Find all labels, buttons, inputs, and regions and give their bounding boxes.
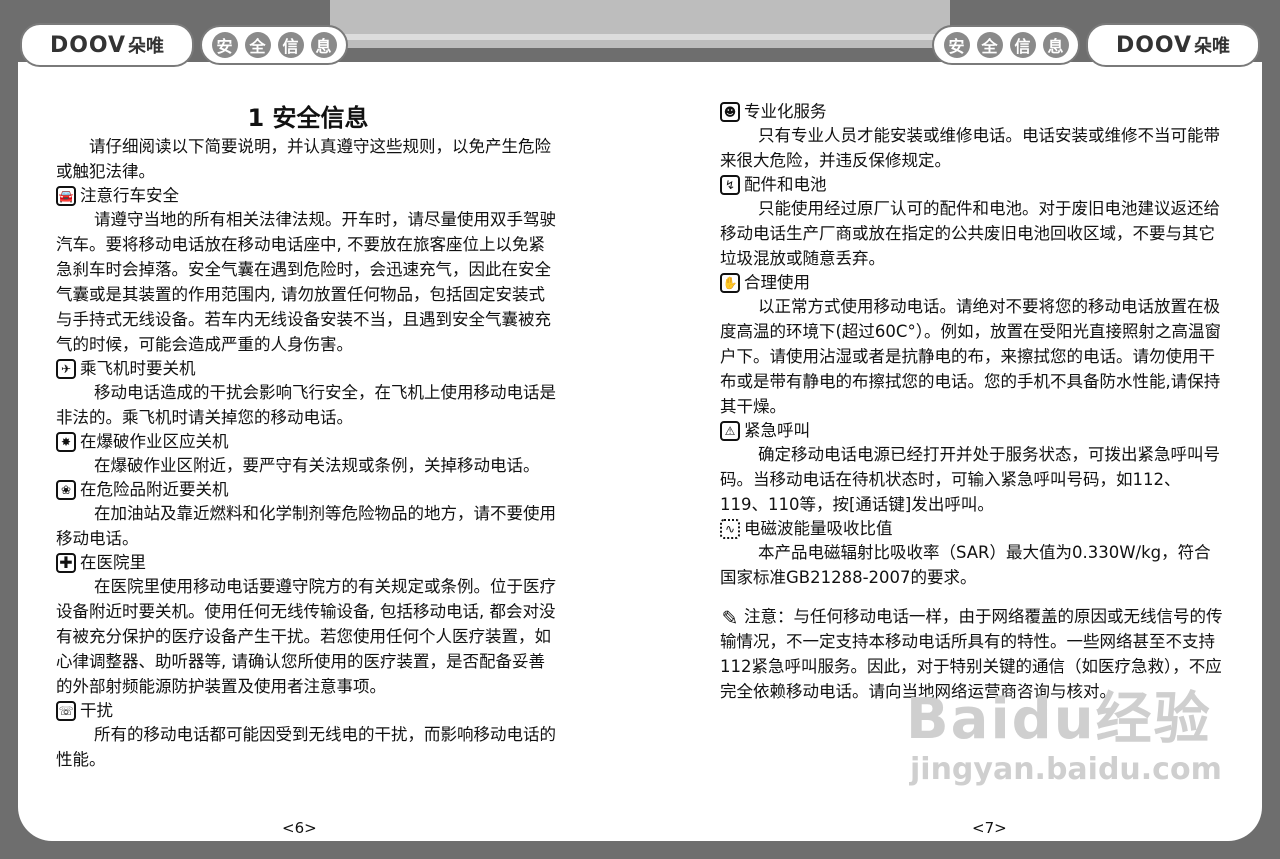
item-body: 以正常方式使用移动电话。请绝对不要将您的移动电话放置在极度高温的环境下(超过60… <box>720 297 1221 416</box>
safety-item: ✈ 乘飞机时要关机 移动电话造成的干扰会影响飞行安全，在飞机上使用移动电话是非法的… <box>56 357 560 430</box>
watermark-url: jingyan.baidu.com <box>910 752 1222 787</box>
safety-item: ✸ 在爆破作业区应关机 在爆破作业区附近，要严守有关法规或条例，关掉移动电话。 <box>56 430 560 478</box>
brand-sub: 朵唯 <box>1194 36 1231 57</box>
section-char: 息 <box>310 32 337 58</box>
technician-icon: ☻ <box>720 101 740 122</box>
item-body: 只能使用经过原厂认可的配件和电池。对于废旧电池建议返还给移动电话生产厂商或放在指… <box>720 199 1220 268</box>
safety-item: ✋ 合理使用 以正常方式使用移动电话。请绝对不要将您的移动电话放置在极度高温的环境… <box>720 271 1224 419</box>
page-header: DOOV 朵唯 安 全 信 息 <box>20 22 348 68</box>
doov-logo: DOOV 朵唯 <box>20 23 194 67</box>
section-char: 信 <box>1009 32 1036 58</box>
item-heading: 在爆破作业区应关机 <box>80 432 229 451</box>
hazard-icon: ❀ <box>56 479 76 500</box>
item-body: 本产品电磁辐射比吸收率（SAR）最大值为0.330W/kg，符合国家标准GB21… <box>720 543 1211 587</box>
item-body: 只有专业人员才能安装或维修电话。电话安装或维修不当可能带来很大危险，并违反保修规… <box>720 126 1220 170</box>
intro-paragraph: 请仔细阅读以下简要说明，并认真遵守这些规则，以免产生危险或触犯法律。 <box>56 137 551 181</box>
interference-icon: ☏ <box>56 700 76 721</box>
page-header: DOOV 朵唯 安 全 信 息 <box>932 22 1260 68</box>
baidu-watermark: Baidu经验 jingyan.baidu.com <box>906 690 1222 790</box>
header-midband <box>330 0 640 48</box>
item-body: 请遵守当地的所有相关法律法规。开车时，请尽量使用双手驾驶汽车。要将移动电话放在移… <box>56 210 556 354</box>
page-number: <6> <box>282 819 317 837</box>
item-body: 移动电话造成的干扰会影响飞行安全，在飞机上使用移动电话是非法的。乘飞机时请关掉您… <box>56 383 556 427</box>
section-char: 息 <box>1042 32 1069 58</box>
safety-item: ⚠ 紧急呼叫 确定移动电话电源已经打开并处于服务状态，可拨出紧急呼叫号码。当移动电… <box>720 419 1224 517</box>
blasting-icon: ✸ <box>56 431 76 452</box>
section-char: 安 <box>943 32 970 58</box>
section-char: 安 <box>211 32 238 58</box>
section-label: 安 全 信 息 <box>200 25 348 65</box>
page-number: <7> <box>972 819 1007 837</box>
brand-sub: 朵唯 <box>128 36 165 57</box>
item-body: 在医院里使用移动电话要遵守院方的有关规定或条例。位于医疗设备附近时要关机。使用任… <box>56 577 556 696</box>
item-heading: 干扰 <box>80 701 113 720</box>
charger-icon: ↯ <box>720 174 740 195</box>
safety-item: ☻ 专业化服务 只有专业人员才能安装或维修电话。电话安装或维修不当可能带来很大危险… <box>720 100 1224 173</box>
page-title: 1 安全信息 <box>247 104 369 132</box>
item-heading: 配件和电池 <box>744 175 827 194</box>
watermark-logo: Baidu经验 <box>906 687 1212 752</box>
phone-hand-icon: ✋ <box>720 272 740 293</box>
safety-item: ↯ 配件和电池 只能使用经过原厂认可的配件和电池。对于废旧电池建议返还给移动电话生… <box>720 173 1224 271</box>
section-char: 信 <box>277 32 304 58</box>
header-midband <box>640 0 950 48</box>
manual-spread: DOOV 朵唯 安 全 信 息 1 安全信息 请仔细阅读以下简要说明，并认真遵守… <box>0 0 1280 859</box>
item-body: 在爆破作业区附近，要严守有关法规或条例，关掉移动电话。 <box>93 456 540 475</box>
safety-item: ☏ 干扰 所有的移动电话都可能因受到无线电的干扰，而影响移动电话的性能。 <box>56 699 560 772</box>
doov-logo: DOOV 朵唯 <box>1086 23 1260 67</box>
left-page: DOOV 朵唯 安 全 信 息 1 安全信息 请仔细阅读以下简要说明，并认真遵守… <box>0 0 640 859</box>
safety-item: 🚘 注意行车安全 请遵守当地的所有相关法律法规。开车时，请尽量使用双手驾驶汽车。要… <box>56 184 560 357</box>
item-heading: 乘飞机时要关机 <box>80 359 196 378</box>
item-heading: 在医院里 <box>80 553 146 572</box>
section-char: 全 <box>976 32 1003 58</box>
emergency-icon: ⚠ <box>720 420 740 441</box>
safety-item: ❀ 在危险品附近要关机 在加油站及靠近燃料和化学制剂等危险物品的地方，请不要使用移… <box>56 478 560 551</box>
airplane-icon: ✈ <box>56 358 76 379</box>
safety-item: ∿ 电磁波能量吸收比值 本产品电磁辐射比吸收率（SAR）最大值为0.330W/kg… <box>720 517 1224 590</box>
right-content: ☻ 专业化服务 只有专业人员才能安装或维修电话。电话安装或维修不当可能带来很大危险… <box>720 100 1224 704</box>
car-icon: 🚘 <box>56 185 76 206</box>
section-label: 安 全 信 息 <box>932 25 1080 65</box>
item-heading: 合理使用 <box>744 273 810 292</box>
item-body: 在加油站及靠近燃料和化学制剂等危险物品的地方，请不要使用移动电话。 <box>56 504 556 548</box>
brand-name: DOOV <box>1115 32 1193 58</box>
item-heading: 在危险品附近要关机 <box>80 480 229 499</box>
left-content: 1 安全信息 请仔细阅读以下简要说明，并认真遵守这些规则，以免产生危险或触犯法律… <box>56 100 560 772</box>
item-heading: 专业化服务 <box>744 102 827 121</box>
brand-name: DOOV <box>49 32 127 58</box>
item-body: 确定移动电话电源已经打开并处于服务状态，可拨出紧急呼叫号码。当移动电话在待机状态… <box>720 445 1220 514</box>
sar-icon: ∿ <box>720 518 740 539</box>
hospital-cross-icon: ✚ <box>56 552 76 573</box>
item-heading: 电磁波能量吸收比值 <box>744 519 893 538</box>
section-char: 全 <box>244 32 271 58</box>
item-heading: 紧急呼叫 <box>744 421 810 440</box>
safety-item: ✚ 在医院里 在医院里使用移动电话要遵守院方的有关规定或条例。位于医疗设备附近时要… <box>56 551 560 699</box>
item-heading: 注意行车安全 <box>80 186 179 205</box>
item-body: 所有的移动电话都可能因受到无线电的干扰，而影响移动电话的性能。 <box>56 725 556 769</box>
pencil-note-icon: ✎ <box>721 606 739 630</box>
